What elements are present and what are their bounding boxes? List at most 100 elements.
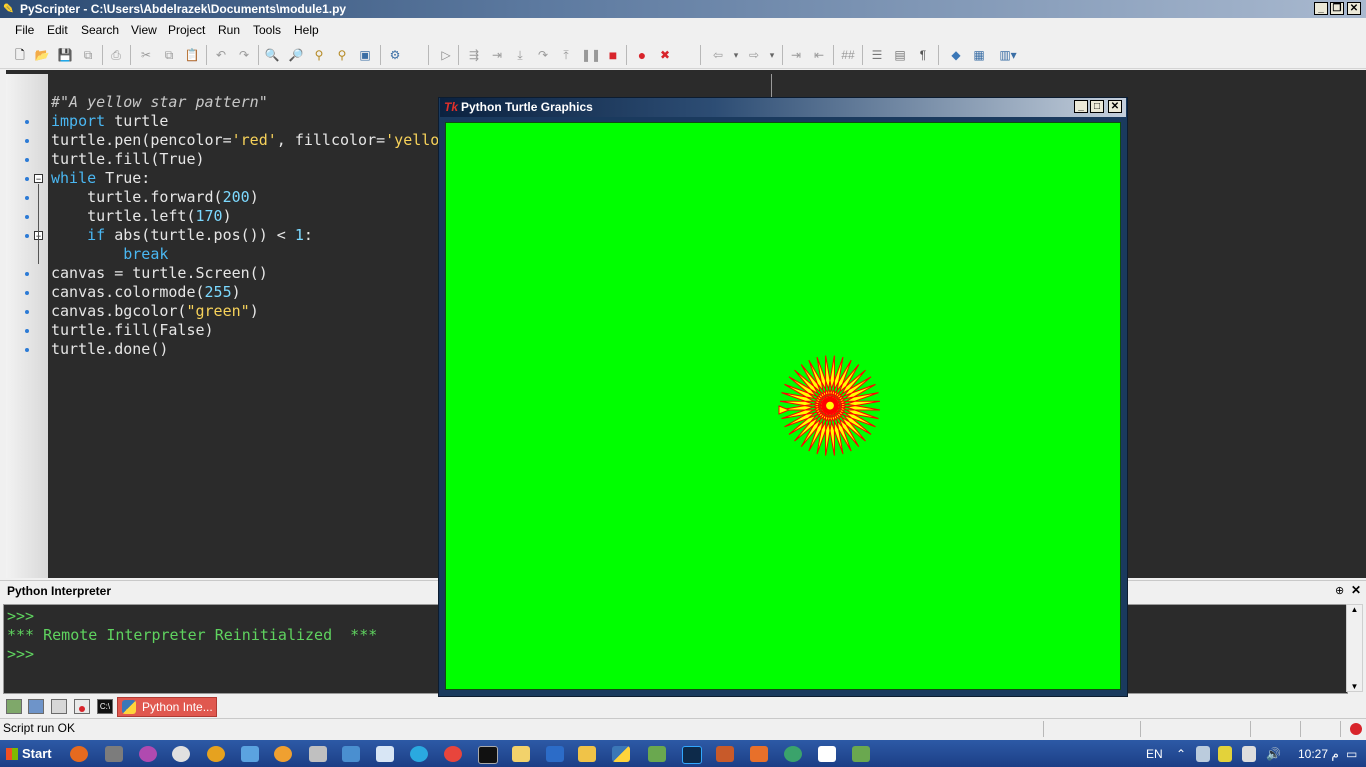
scroll-down-icon[interactable]: ▼ [1347,682,1362,691]
cmd-icon[interactable] [478,746,498,764]
app-icon[interactable] [274,746,292,762]
app-icon[interactable] [172,746,190,762]
layout-icon[interactable]: ▦ [971,47,987,63]
clock[interactable]: 10:27 م [1298,747,1339,761]
pause-icon[interactable]: ❚❚ [581,47,601,63]
menu-view[interactable]: View [131,23,157,37]
app-icon[interactable] [818,746,836,762]
battery-icon[interactable] [1242,746,1256,762]
line-numbers-icon[interactable]: ☰ [869,47,885,63]
close-panel-icon[interactable]: ✕ [1351,583,1361,597]
cut-icon[interactable]: ✂ [138,47,154,63]
app-icon[interactable] [512,746,530,762]
turtle-window-titlebar[interactable]: Tk Python Turtle Graphics _ □ ✕ [440,98,1126,117]
turtle-canvas[interactable] [445,122,1121,690]
app-icon[interactable] [342,746,360,762]
app-icon[interactable] [750,746,768,762]
abort-icon[interactable]: ■ [605,47,621,63]
code-line[interactable]: canvas.bgcolor("green") [51,302,439,321]
debug-icon[interactable]: ⇶ [466,47,482,63]
code-line[interactable]: turtle.fill(False) [51,321,439,340]
code-line[interactable]: turtle.left(170) [51,207,439,226]
app-icon[interactable] [207,746,225,762]
find-next-icon[interactable]: 🔎 [288,47,304,63]
notifications-icon[interactable]: ▭ [1346,747,1357,761]
step-out-icon[interactable]: ⤒ [558,47,574,63]
redo-icon[interactable]: ↷ [236,47,252,63]
turtle-maximize-button[interactable]: □ [1090,100,1104,113]
explorer-icon[interactable] [578,746,596,762]
find-icon[interactable]: 🔍 [264,47,280,63]
window-titlebar[interactable]: ✎ PyScripter - C:\Users\Abdelrazek\Docum… [0,0,1366,18]
new-file-icon[interactable]: 🗋 [12,47,28,63]
replace-icon[interactable]: ⚲ [311,47,327,63]
pyscripter-taskbar-icon[interactable] [852,746,870,762]
code-line[interactable]: while True: [51,169,439,188]
save-icon[interactable]: 💾 [57,47,73,63]
menu-search[interactable]: Search [81,23,119,37]
app-icon[interactable] [784,746,802,762]
network-icon[interactable] [1196,746,1210,762]
back-icon[interactable]: ⇦ [710,47,726,63]
save-all-icon[interactable]: ⧉ [80,47,96,63]
editor-gutter[interactable] [6,74,48,578]
goto-line-icon[interactable]: ▣ [357,47,373,63]
menu-run[interactable]: Run [218,23,240,37]
menu-file[interactable]: File [15,23,34,37]
code-line[interactable]: turtle.done() [51,340,439,359]
open-folder-icon[interactable]: 📂 [34,47,50,63]
run-to-cursor-icon[interactable]: ⇥ [489,47,505,63]
call-stack-tab-icon[interactable] [6,699,22,714]
start-button[interactable]: Start [2,743,56,765]
app-icon[interactable] [410,746,428,762]
syntax-check-icon[interactable]: ⚙ [387,47,403,63]
fold-toggle[interactable]: − [34,174,43,184]
indent-icon[interactable]: ⇥ [788,47,804,63]
interpreter-scrollbar[interactable]: ▲ ▼ [1346,604,1363,692]
turtle-minimize-button[interactable]: _ [1074,100,1088,113]
find-in-files-icon[interactable]: ⚲ [334,47,350,63]
notepad-icon[interactable] [376,746,394,762]
code-line[interactable]: break [51,245,439,264]
code-line[interactable]: canvas = turtle.Screen() [51,264,439,283]
turtle-close-button[interactable]: ✕ [1108,100,1122,113]
dedent-icon[interactable]: ⇤ [811,47,827,63]
app-icon[interactable] [546,746,564,762]
security-icon[interactable] [1218,746,1232,762]
forward-icon[interactable]: ⇨ [746,47,762,63]
comment-icon[interactable]: ## [840,47,856,63]
breakpoints-tab-icon[interactable] [74,699,90,714]
menu-edit[interactable]: Edit [47,23,68,37]
code-text[interactable]: #"A yellow star pattern" import turtle tur… [51,93,439,359]
code-line[interactable]: canvas.colormode(255) [51,283,439,302]
code-line[interactable]: if abs(turtle.pos()) < 1: [51,226,439,245]
photoshop-icon[interactable] [682,746,702,764]
print-icon[interactable]: ⎙ [108,47,124,63]
watches-tab-icon[interactable] [51,699,67,714]
menu-project[interactable]: Project [168,23,205,37]
code-line[interactable]: import turtle [51,112,439,131]
python-versions-icon[interactable]: ◆ [948,47,964,63]
run-icon[interactable]: ▷ [438,47,454,63]
view-dropdown-icon[interactable]: ▥▾ [996,47,1020,63]
app-icon[interactable] [105,746,123,762]
minimize-button[interactable]: _ [1314,2,1328,15]
menu-tools[interactable]: Tools [253,23,281,37]
step-over-icon[interactable]: ↷ [535,47,551,63]
app-icon[interactable] [716,746,734,762]
language-indicator[interactable]: EN [1146,747,1163,761]
chrome-icon[interactable] [444,746,462,762]
output-tab-icon[interactable]: C:\ [97,699,113,714]
show-hidden-icons-icon[interactable]: ⌃ [1176,747,1186,761]
variables-tab-icon[interactable] [28,699,44,714]
word-wrap-icon[interactable]: ▤ [892,47,908,63]
code-line[interactable]: turtle.forward(200) [51,188,439,207]
copy-icon[interactable]: ⧉ [161,47,177,63]
step-into-icon[interactable]: ⤓ [512,47,528,63]
code-line[interactable]: #"A yellow star pattern" [51,93,439,112]
paste-icon[interactable]: 📋 [184,47,200,63]
app-icon[interactable] [648,746,666,762]
app-icon[interactable] [139,746,157,762]
volume-icon[interactable]: 🔊 [1266,747,1281,761]
pin-icon[interactable]: ⊕ [1335,584,1344,597]
